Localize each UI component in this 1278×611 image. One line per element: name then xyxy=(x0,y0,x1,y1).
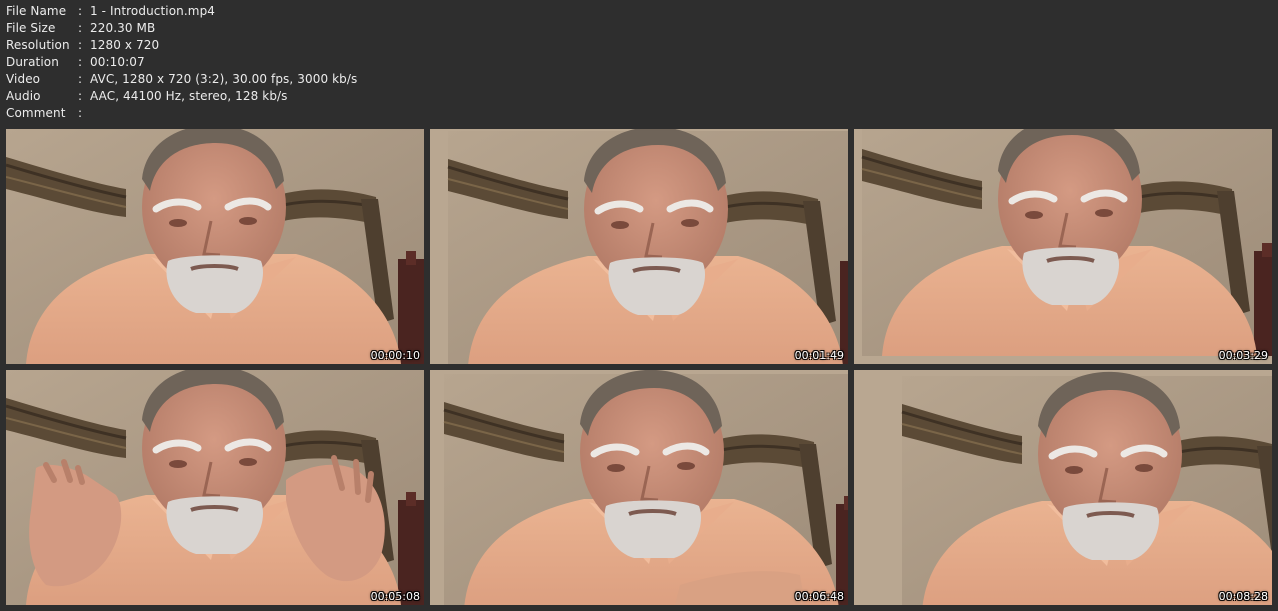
thumbnail-frame-image xyxy=(854,370,1272,605)
thumbnail-frame-image xyxy=(430,129,848,364)
info-value: 00:10:07 xyxy=(90,55,145,69)
thumbnail-timestamp: 00:05:08 xyxy=(370,590,420,603)
video-thumbnail[interactable]: 00:00:10 xyxy=(6,129,424,364)
info-value: 1 - Introduction.mp4 xyxy=(90,4,216,18)
info-label: Video xyxy=(6,72,41,86)
thumbnail-frame-image xyxy=(6,370,424,605)
info-label: File Name xyxy=(6,4,67,18)
info-value: AAC, 44100 Hz, stereo, 128 kb/s xyxy=(90,89,288,103)
thumbnail-timestamp: 00:08:28 xyxy=(1218,590,1268,603)
info-label: Audio xyxy=(6,89,41,103)
info-value: AVC, 1280 x 720 (3:2), 30.00 fps, 3000 k… xyxy=(90,72,358,86)
info-separator: : xyxy=(78,89,83,103)
info-row-duration: Duration:00:10:07 xyxy=(6,54,357,71)
contact-sheet: File Name:1 - Introduction.mp4 File Size… xyxy=(0,0,1278,611)
info-row-audio: Audio: AAC, 44100 Hz, stereo, 128 kb/s xyxy=(6,88,357,105)
info-separator: : xyxy=(78,72,83,86)
video-thumbnail[interactable]: 00:06:48 xyxy=(430,370,848,605)
info-separator: : xyxy=(78,38,83,52)
video-thumbnail[interactable]: 00:08:28 xyxy=(854,370,1272,605)
info-row-resolution: Resolution:1280 x 720 xyxy=(6,37,357,54)
info-row-comment: Comment: xyxy=(6,105,357,122)
info-separator: : xyxy=(78,106,83,120)
info-separator: : xyxy=(78,55,83,69)
info-label: File Size xyxy=(6,21,56,35)
video-thumbnail[interactable]: 00:05:08 xyxy=(6,370,424,605)
thumbnail-frame-image xyxy=(854,129,1272,364)
info-label: Comment xyxy=(6,106,66,120)
thumbnail-frame-image xyxy=(6,129,424,364)
info-separator: : xyxy=(78,4,83,18)
thumbnail-frame-image xyxy=(430,370,848,605)
thumbnail-timestamp: 00:03:29 xyxy=(1218,349,1268,362)
info-label: Resolution xyxy=(6,38,70,52)
info-separator: : xyxy=(78,21,83,35)
info-row-file-size: File Size:220.30 MB xyxy=(6,20,357,37)
info-value: 220.30 MB xyxy=(90,21,156,35)
thumbnail-timestamp: 00:00:10 xyxy=(370,349,420,362)
thumbnail-timestamp: 00:01:49 xyxy=(794,349,844,362)
thumbnail-timestamp: 00:06:48 xyxy=(794,590,844,603)
media-info-panel: File Name:1 - Introduction.mp4 File Size… xyxy=(6,3,357,122)
video-thumbnail[interactable]: 00:03:29 xyxy=(854,129,1272,364)
info-row-video: Video: AVC, 1280 x 720 (3:2), 30.00 fps, … xyxy=(6,71,357,88)
video-thumbnail[interactable]: 00:01:49 xyxy=(430,129,848,364)
info-row-file-name: File Name:1 - Introduction.mp4 xyxy=(6,3,357,20)
info-value: 1280 x 720 xyxy=(90,38,160,52)
info-label: Duration xyxy=(6,55,59,69)
